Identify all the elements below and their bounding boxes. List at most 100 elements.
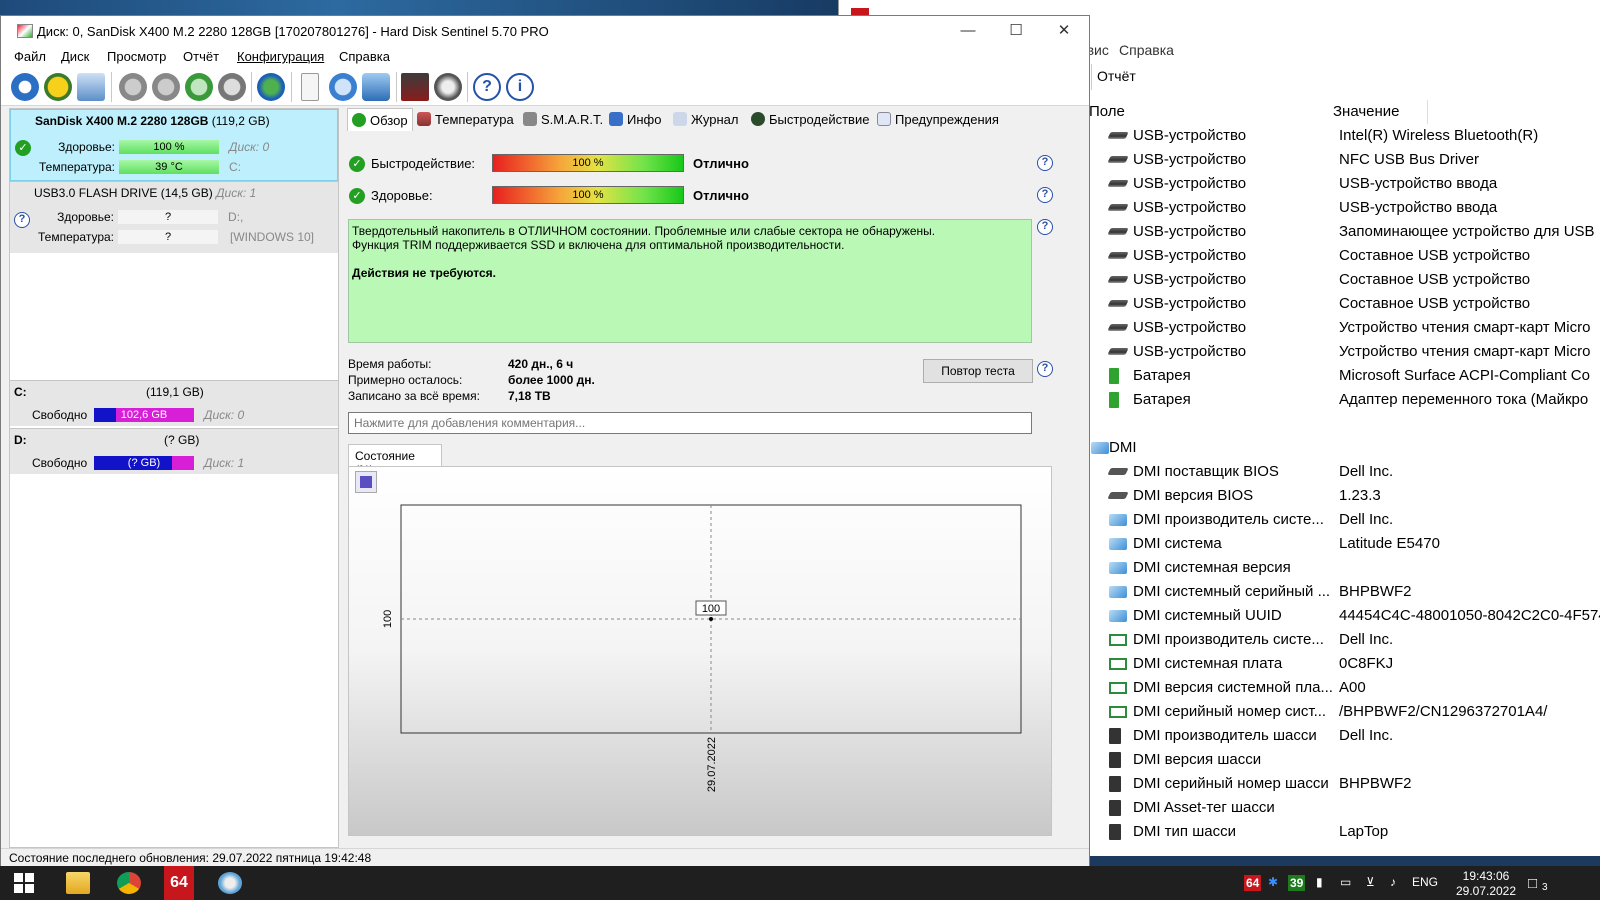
clock-date[interactable]: 29.07.2022 bbox=[1450, 884, 1522, 898]
alert-icon[interactable] bbox=[44, 73, 72, 101]
aida-device-row[interactable]: USB-устройство Запоминающее устройство дл… bbox=[1089, 220, 1600, 244]
start-icon[interactable] bbox=[14, 873, 34, 893]
aida-device-row[interactable]: USB-устройство USB-устройство ввода bbox=[1089, 172, 1600, 196]
retest-help-icon[interactable]: ? bbox=[1037, 361, 1053, 377]
menu-disk[interactable]: Диск bbox=[61, 49, 89, 64]
file-explorer-icon[interactable] bbox=[66, 872, 90, 894]
surface-test-icon[interactable] bbox=[152, 73, 180, 101]
notifications-icon[interactable]: □ bbox=[1528, 875, 1537, 892]
aida-device-row[interactable]: DMI производитель систе... Dell Inc. bbox=[1089, 508, 1600, 532]
aida-device-row[interactable]: USB-устройство NFC USB Bus Driver bbox=[1089, 148, 1600, 172]
aida-device-row[interactable] bbox=[1089, 412, 1600, 436]
bat-icon bbox=[1109, 392, 1119, 408]
disk-health-icon[interactable] bbox=[185, 73, 213, 101]
menu-view[interactable]: Просмотр bbox=[107, 49, 166, 64]
tab-state-percent[interactable]: Состояние (%) bbox=[348, 444, 442, 477]
aida64-tray-icon[interactable]: 64 bbox=[1244, 875, 1262, 891]
aida-device-row[interactable]: USB-устройство Составное USB устройство bbox=[1089, 268, 1600, 292]
globe-icon[interactable] bbox=[257, 73, 285, 101]
disk-card-0[interactable]: SanDisk X400 M.2 2280 128GB (119,2 GB) ✓… bbox=[10, 109, 338, 181]
disk-card-1[interactable]: USB3.0 FLASH DRIVE (14,5 GB) Диск: 1 ? З… bbox=[10, 181, 338, 253]
usb-tray-icon[interactable]: ▮ bbox=[1316, 875, 1323, 889]
health-help-icon[interactable]: ? bbox=[1037, 187, 1053, 203]
clock-time[interactable]: 19:43:06 bbox=[1456, 869, 1516, 883]
aida-device-row[interactable]: DMI производитель систе... Dell Inc. bbox=[1089, 628, 1600, 652]
tab-alerts[interactable]: Предупреждения bbox=[877, 108, 999, 132]
aida-device-row[interactable]: DMI Asset-тег шасси bbox=[1089, 796, 1600, 820]
report-icon[interactable] bbox=[401, 73, 429, 101]
info-icon[interactable]: i bbox=[506, 73, 534, 101]
aida-device-row[interactable]: DMI серийный номер шасси BHPBWF2 bbox=[1089, 772, 1600, 796]
hds-tray-temp[interactable]: 39 bbox=[1288, 875, 1306, 891]
hds-app-icon bbox=[17, 24, 33, 38]
wifi-icon[interactable]: ⊻ bbox=[1366, 875, 1375, 889]
volume-c-disk: Диск: 0 bbox=[204, 408, 245, 422]
aida-device-row[interactable]: DMI система Latitude E5470 bbox=[1089, 532, 1600, 556]
menu-report[interactable]: Отчёт bbox=[183, 49, 219, 64]
tab-smart[interactable]: S.M.A.R.T. bbox=[523, 108, 603, 132]
aida-column-separator[interactable] bbox=[1427, 100, 1428, 124]
aida-column-headers: Поле Значение bbox=[1089, 100, 1600, 124]
performance-rating: Отлично bbox=[693, 156, 749, 171]
aida-device-row[interactable]: DMI серийный номер сист... /BHPBWF2/CN129… bbox=[1089, 700, 1600, 724]
comment-input[interactable] bbox=[348, 412, 1032, 434]
aida-report-button[interactable]: Отчёт bbox=[1097, 68, 1136, 84]
speaker-icon[interactable] bbox=[434, 73, 462, 101]
aida-device-row[interactable]: DMI поставщик BIOS Dell Inc. bbox=[1089, 460, 1600, 484]
aida-group-row[interactable]: DMI bbox=[1089, 436, 1600, 460]
volume-d[interactable]: D: (? GB) Свободно (? GB) Диск: 1 bbox=[10, 428, 338, 474]
aida-value: 44454C4C-48001050-8042C2C0-4F574 bbox=[1339, 607, 1600, 624]
aida64-taskbar-icon[interactable]: 64 bbox=[164, 866, 194, 900]
sync-icon[interactable] bbox=[329, 73, 357, 101]
aida-device-row[interactable]: DMI версия BIOS 1.23.3 bbox=[1089, 484, 1600, 508]
taskbar: 64 64 ✱ 39 ▮ ▭ ⊻ ♪ ENG 19:43:06 29.07.20… bbox=[0, 866, 1600, 900]
help-icon[interactable]: ? bbox=[473, 73, 501, 101]
aida-device-row[interactable]: Батарея Microsoft Surface ACPI-Compliant … bbox=[1089, 364, 1600, 388]
aida-device-row[interactable]: DMI системная версия bbox=[1089, 556, 1600, 580]
aida-device-row[interactable]: USB-устройство Устройство чтения смарт-ка… bbox=[1089, 316, 1600, 340]
aida-device-row[interactable]: DMI версия шасси bbox=[1089, 748, 1600, 772]
menu-file[interactable]: Файл bbox=[14, 49, 46, 64]
aida-device-row[interactable]: DMI тип шасси LapTop bbox=[1089, 820, 1600, 844]
aida-device-row[interactable]: USB-устройство Составное USB устройство bbox=[1089, 292, 1600, 316]
tab-info[interactable]: Инфо bbox=[609, 108, 661, 132]
retest-button[interactable]: Повтор теста bbox=[923, 359, 1033, 383]
menu-configuration[interactable]: Конфигурация bbox=[237, 49, 324, 64]
aida-device-row[interactable]: USB-устройство USB-устройство ввода bbox=[1089, 196, 1600, 220]
close-button[interactable]: ✕ bbox=[1041, 16, 1087, 46]
aida-device-row[interactable]: USB-устройство Устройство чтения смарт-ка… bbox=[1089, 340, 1600, 364]
message-help-icon[interactable]: ? bbox=[1037, 219, 1053, 235]
aida-device-row[interactable]: DMI системный серийный ... BHPBWF2 bbox=[1089, 580, 1600, 604]
aida-device-row[interactable]: DMI версия системной пла... A00 bbox=[1089, 676, 1600, 700]
aida-device-row[interactable]: DMI производитель шасси Dell Inc. bbox=[1089, 724, 1600, 748]
volume-c[interactable]: C: (119,1 GB) Свободно 102,6 GB Диск: 0 bbox=[10, 380, 338, 426]
bluetooth-icon[interactable]: ✱ bbox=[1268, 875, 1278, 889]
refresh-icon[interactable] bbox=[11, 73, 39, 101]
hds-taskbar-icon[interactable] bbox=[218, 872, 242, 894]
battery-icon[interactable]: ▭ bbox=[1340, 875, 1351, 889]
document-icon[interactable] bbox=[301, 73, 319, 101]
minimize-button[interactable]: — bbox=[945, 16, 991, 46]
disk-test-icon[interactable] bbox=[119, 73, 147, 101]
volume-icon[interactable]: ♪ bbox=[1390, 875, 1396, 889]
aida-col-field[interactable]: Поле bbox=[1089, 103, 1125, 120]
aida-menu-help[interactable]: Справка bbox=[1119, 42, 1174, 58]
performance-help-icon[interactable]: ? bbox=[1037, 155, 1053, 171]
aida-device-row[interactable]: DMI системная плата 0C8FKJ bbox=[1089, 652, 1600, 676]
tab-performance[interactable]: Быстродействие bbox=[751, 108, 869, 132]
tab-log[interactable]: Журнал bbox=[673, 108, 738, 132]
tab-temperature[interactable]: Температура bbox=[417, 108, 514, 132]
aida-device-row[interactable]: USB-устройство Intel(R) Wireless Bluetoot… bbox=[1089, 124, 1600, 148]
aida-device-row[interactable]: Батарея Адаптер переменного тока (Майкро bbox=[1089, 388, 1600, 412]
language-indicator[interactable]: ENG bbox=[1412, 875, 1438, 889]
menu-help[interactable]: Справка bbox=[339, 49, 390, 64]
maximize-button[interactable]: ☐ bbox=[993, 16, 1039, 46]
network-icon[interactable] bbox=[362, 73, 390, 101]
chrome-icon[interactable] bbox=[117, 872, 141, 894]
disk-info-icon[interactable] bbox=[77, 73, 105, 101]
aida-device-row[interactable]: USB-устройство Составное USB устройство bbox=[1089, 244, 1600, 268]
disk-settings-icon[interactable] bbox=[218, 73, 246, 101]
tab-overview[interactable]: Обзор bbox=[347, 108, 413, 132]
aida-col-value[interactable]: Значение bbox=[1333, 103, 1400, 120]
aida-device-row[interactable]: DMI системный UUID 44454C4C-48001050-8042… bbox=[1089, 604, 1600, 628]
